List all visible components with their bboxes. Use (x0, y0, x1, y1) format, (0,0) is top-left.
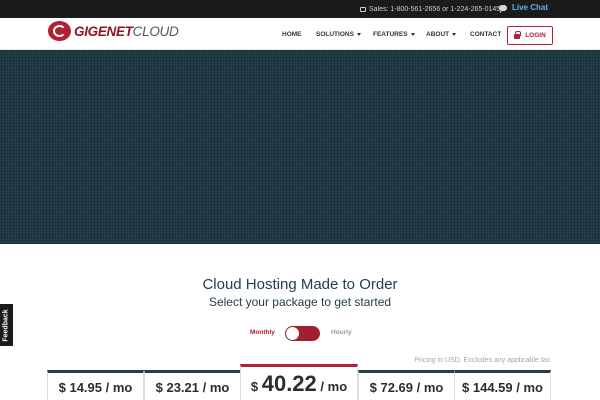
plan-price: $ 72.69 / mo (369, 380, 444, 395)
plan-card[interactable]: $ 144.59 / mo (454, 370, 551, 400)
plan-card-featured[interactable]: $ 40.22 / mo (240, 364, 358, 400)
plan-card[interactable]: $ 23.21 / mo (144, 370, 241, 400)
plan-price: $ 14.95 / mo (58, 380, 133, 395)
login-button[interactable]: LOGIN (507, 26, 553, 45)
billing-period-toggle[interactable] (285, 326, 320, 341)
plan-price: $ 40.22 / mo (250, 371, 348, 396)
chevron-down-icon (452, 32, 457, 36)
feedback-label: Feedback (3, 308, 11, 342)
nav-home[interactable]: HOME (282, 31, 302, 38)
lock-icon (514, 31, 522, 39)
nav-solutions[interactable]: SOLUTIONS (316, 31, 361, 38)
page-heading: Cloud Hosting Made to Order (202, 276, 398, 293)
billing-hourly-label[interactable]: Hourly (331, 329, 352, 336)
billing-monthly-label[interactable]: Monthly (250, 329, 275, 336)
plan-price: $ 23.21 / mo (155, 380, 230, 395)
pricing-note: Pricing in USD. Excludes any applicable … (414, 357, 552, 364)
phone-icon (360, 6, 366, 12)
pricing-plans: $ 14.95 / mo $ 23.21 / mo $ 40.22 / mo $… (47, 364, 551, 400)
login-label: LOGIN (525, 32, 546, 39)
chevron-down-icon (410, 32, 415, 36)
sales-phone-numbers: Sales: 1-800-561-2656 or 1-224-265-0145 (360, 6, 500, 18)
chat-bubble-icon (499, 4, 507, 13)
live-chat-label: Live Chat (512, 3, 549, 12)
chevron-down-icon (356, 32, 361, 36)
live-chat-link[interactable]: Live Chat (499, 3, 549, 13)
plan-card[interactable]: $ 14.95 / mo (47, 370, 144, 400)
feedback-tab[interactable]: Feedback (0, 304, 13, 346)
toggle-knob[interactable] (286, 327, 299, 340)
nav-features[interactable]: FEATURES (373, 31, 415, 38)
hero-banner (0, 50, 600, 244)
plan-card[interactable]: $ 72.69 / mo (358, 370, 455, 400)
page-subheading: Select your package to get started (208, 295, 392, 309)
top-bar: Sales: 1-800-561-2656 or 1-224-265-0145 … (0, 0, 600, 18)
gigenet-cloud-logo[interactable]: GIGENETCLOUD (48, 21, 179, 41)
logo-mark-icon (48, 21, 71, 41)
plan-price: $ 144.59 / mo (462, 380, 543, 395)
nav-about[interactable]: ABOUT (426, 31, 457, 38)
nav-contact[interactable]: CONTACT (470, 31, 501, 38)
sales-text: Sales: 1-800-561-2656 or 1-224-265-0145 (369, 6, 501, 13)
logo-wordmark: GIGENETCLOUD (74, 23, 179, 39)
